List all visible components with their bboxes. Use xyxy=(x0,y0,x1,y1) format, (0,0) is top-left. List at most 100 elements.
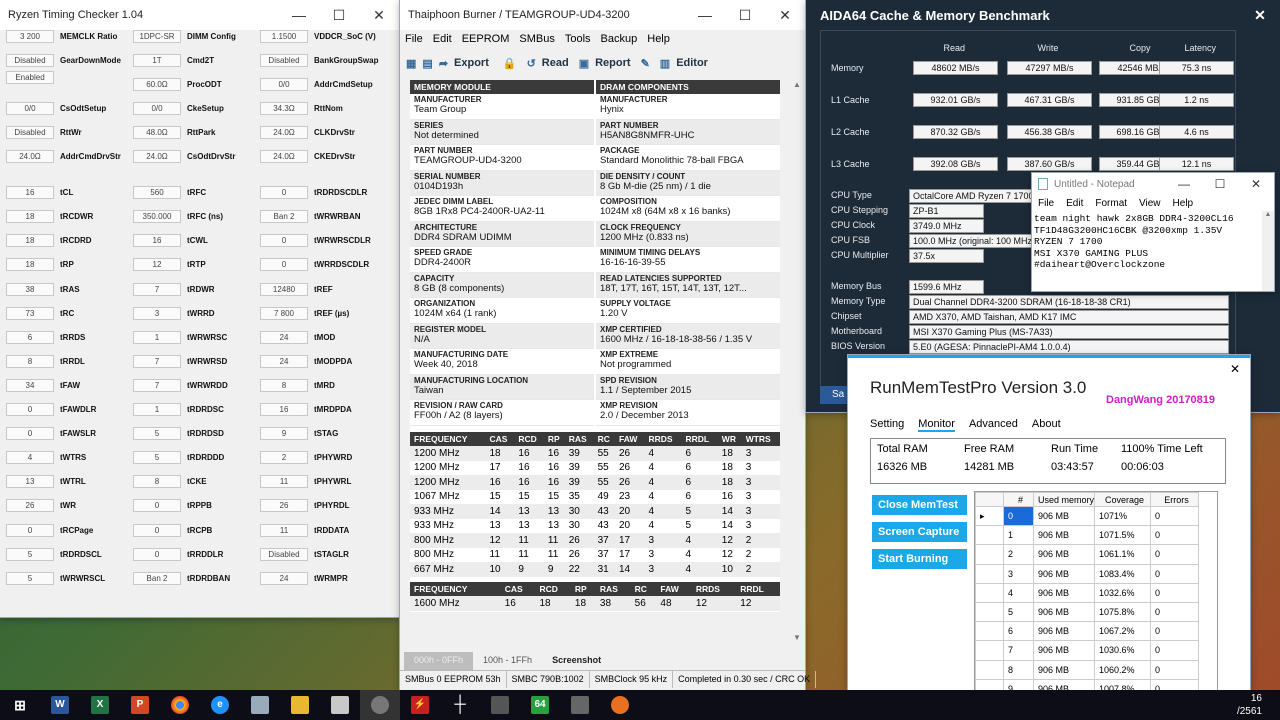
table-cell: 3 xyxy=(741,446,780,461)
timing-value: 16 xyxy=(133,234,181,248)
grid-cell: 4 xyxy=(1003,582,1034,603)
cpu-icon[interactable] xyxy=(560,690,600,720)
grid-row[interactable]: 4 906 MB 1032.6% 0 xyxy=(975,582,1200,603)
timing-value: 16 xyxy=(260,403,308,416)
menu-item[interactable]: EEPROM xyxy=(457,33,515,45)
table-cell: 38 xyxy=(595,596,631,611)
status-field: SMBClock 95 kHz xyxy=(590,671,674,688)
menu-item[interactable]: View xyxy=(1133,198,1167,209)
timing-entry: 4 tWTRS xyxy=(6,446,86,470)
row-indicator xyxy=(975,621,1004,642)
open-icon[interactable]: ▦ xyxy=(406,57,416,70)
screen-capture-button[interactable]: Screen Capture xyxy=(872,522,967,542)
media-icon[interactable] xyxy=(320,690,360,720)
start-button[interactable]: ⊞ xyxy=(0,690,40,720)
menu-item[interactable]: Edit xyxy=(428,33,457,45)
grid-cell: 1071% xyxy=(1094,505,1152,527)
grid-row[interactable]: 3 906 MB 1083.4% 0 xyxy=(975,563,1200,584)
wrench-icon[interactable]: ✎ xyxy=(641,57,650,70)
tab-000[interactable]: 000h - 0FFh xyxy=(404,652,474,670)
column-header: RAS xyxy=(595,582,631,596)
scrollbar[interactable]: ▲ ▼ xyxy=(792,80,802,642)
maximize-icon[interactable]: ☐ xyxy=(725,0,765,30)
start-burning-button[interactable]: Start Burning xyxy=(872,549,967,569)
crosshair-icon[interactable]: ┼ xyxy=(440,690,480,720)
column-header: Copy xyxy=(1129,43,1151,53)
table-cell: 1200 MHz xyxy=(410,446,486,461)
grid-row[interactable]: 9 906 MB 1007.8% 0 xyxy=(975,678,1200,690)
clock[interactable]: 16 /2561 xyxy=(1237,690,1262,718)
spd-key: CAPACITY xyxy=(414,273,455,283)
text-area[interactable]: team night hawk 2x8GB DDR4-3200CL16 TF1D… xyxy=(1032,211,1274,273)
excel-icon[interactable]: X xyxy=(80,690,120,720)
timing-label: tPHYRDL xyxy=(314,501,350,511)
menu-item[interactable]: Format xyxy=(1089,198,1133,209)
thaiphoon-taskbar-icon[interactable] xyxy=(360,690,400,720)
scrollbar[interactable]: ▲ xyxy=(1262,211,1274,291)
timing-value: 24.0Ω xyxy=(260,125,308,139)
benchmark-value: 870.32 GB/s xyxy=(913,125,998,139)
column-header: RRDL xyxy=(736,582,780,596)
timing-entry: 0/0 CsOdtSetup xyxy=(6,96,106,120)
timing-entry: 13 tWTRL xyxy=(6,470,86,494)
tab-about[interactable]: About xyxy=(1032,418,1061,432)
powerpoint-icon[interactable]: P xyxy=(120,690,160,720)
tab-monitor[interactable]: Monitor xyxy=(918,418,955,432)
taskbar: ⊞ W X P e ⚡ ┼ 64 16 /2561 xyxy=(0,690,1280,720)
close-icon[interactable]: ✕ xyxy=(1238,173,1274,195)
benchmark-value: 1.2 ns xyxy=(1159,93,1234,107)
table-cell: 55 xyxy=(593,460,615,475)
save-icon[interactable]: ▤ xyxy=(422,57,432,70)
edge-icon[interactable]: e xyxy=(200,690,240,720)
grid-row[interactable]: 6 906 MB 1067.2% 0 xyxy=(975,621,1200,642)
runmemtest-icon[interactable] xyxy=(600,690,640,720)
column-header: RRDS xyxy=(691,582,737,596)
table-cell: 18 xyxy=(570,596,596,611)
grid-row[interactable]: 1 906 MB 1071.5% 0 xyxy=(975,525,1200,546)
timing-value: 0 xyxy=(260,186,308,200)
tab-screenshot[interactable]: Screenshot xyxy=(542,652,611,670)
menu-item[interactable]: Tools xyxy=(560,33,596,45)
export-button[interactable]: Export xyxy=(454,57,489,69)
tab-100[interactable]: 100h - 1FFh xyxy=(473,652,542,670)
read-button[interactable]: Read xyxy=(542,57,569,69)
menu-item[interactable]: SMBus xyxy=(514,33,559,45)
menu-item[interactable]: Help xyxy=(1167,198,1200,209)
close-icon[interactable]: ✕ xyxy=(1230,362,1240,376)
spd-field: SERIAL NUMBER 0104D193h xyxy=(410,170,594,196)
minimize-icon[interactable]: — xyxy=(1166,173,1202,195)
grid-row[interactable]: ▸ 0 906 MB 1071% 0 xyxy=(975,505,1200,527)
menu-item[interactable]: Edit xyxy=(1060,198,1089,209)
aida64-taskbar-icon[interactable]: 64 xyxy=(520,690,560,720)
tab-setting[interactable]: Setting xyxy=(870,418,904,432)
folder-icon[interactable] xyxy=(280,690,320,720)
grid-row[interactable]: 8 906 MB 1060.2% 0 xyxy=(975,659,1200,680)
table-cell: 10 xyxy=(717,562,742,577)
grid-row[interactable]: 7 906 MB 1030.6% 0 xyxy=(975,640,1200,661)
timing-value: 24.0Ω xyxy=(260,150,308,163)
maximize-icon[interactable]: ☐ xyxy=(1202,173,1238,195)
table-cell: 12 xyxy=(691,596,737,611)
close-memtest-button[interactable]: Close MemTest xyxy=(872,495,967,515)
report-button[interactable]: Report xyxy=(595,57,630,69)
menu-item[interactable]: File xyxy=(1032,198,1060,209)
burner-icon[interactable]: ⚡ xyxy=(400,690,440,720)
spd-value: 0104D193h xyxy=(414,180,464,192)
tab-advanced[interactable]: Advanced xyxy=(969,418,1018,432)
menu-item[interactable]: Help xyxy=(642,33,675,45)
editor-button[interactable]: Editor xyxy=(676,57,708,69)
lock-icon[interactable]: 🔒 xyxy=(503,57,517,70)
close-icon[interactable]: ✕ xyxy=(1240,0,1280,30)
photos-icon[interactable] xyxy=(240,690,280,720)
grid-row[interactable]: 2 906 MB 1061.1% 0 xyxy=(975,544,1200,565)
chrome-icon[interactable] xyxy=(160,690,200,720)
timing-value: 18 xyxy=(6,258,54,272)
menu-item[interactable]: File xyxy=(400,33,428,45)
word-icon[interactable]: W xyxy=(40,690,80,720)
grid-row[interactable]: 5 906 MB 1075.8% 0 xyxy=(975,601,1200,623)
menu-item[interactable]: Backup xyxy=(596,33,643,45)
table-row: 667 MHz 10 9 9 22 31 14 3 4 10 2 xyxy=(410,562,780,577)
minimize-icon[interactable]: — xyxy=(685,0,725,30)
close-icon[interactable]: ✕ xyxy=(765,0,805,30)
ryzen-icon[interactable] xyxy=(480,690,520,720)
